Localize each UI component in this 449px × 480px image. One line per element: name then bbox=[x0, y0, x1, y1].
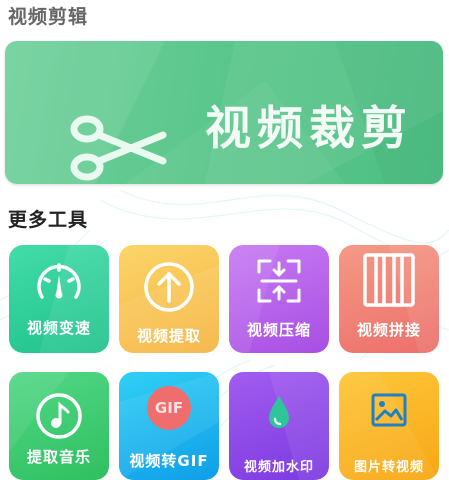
tool-label: 视频变速 bbox=[26, 319, 91, 337]
scissors-icon bbox=[70, 115, 167, 181]
tool-video-to-gif[interactable]: GIF 视频转GIF bbox=[119, 372, 219, 480]
tool-video-speed[interactable]: 视频变速 bbox=[9, 245, 109, 353]
gif-icon-text: GIF bbox=[154, 399, 184, 417]
tool-label: 视频提取 bbox=[136, 327, 201, 345]
compress-icon bbox=[257, 259, 301, 303]
arrow-up-circle-icon bbox=[144, 262, 194, 312]
music-note-icon bbox=[36, 393, 82, 439]
tool-extract-music[interactable]: 提取音乐 bbox=[9, 372, 109, 480]
tool-image-to-video[interactable]: 图片转视频 bbox=[339, 372, 439, 480]
gif-icon: GIF bbox=[147, 386, 191, 430]
tool-video-watermark[interactable]: 视频加水印 bbox=[229, 372, 329, 480]
water-drop-icon bbox=[269, 396, 289, 428]
film-strip-icon bbox=[363, 253, 415, 307]
tool-label: 视频加水印 bbox=[243, 460, 314, 475]
section-title-more-tools: 更多工具 bbox=[8, 209, 89, 231]
tool-label: 视频拼接 bbox=[356, 321, 421, 339]
tool-label: 图片转视频 bbox=[353, 460, 424, 475]
tool-label: 视频转GIF bbox=[129, 452, 209, 470]
tool-video-extract[interactable]: 视频提取 bbox=[119, 245, 219, 353]
section-title-video-edit: 视频剪辑 bbox=[8, 6, 89, 28]
tool-label: 视频压缩 bbox=[246, 321, 311, 339]
speedometer-icon bbox=[37, 263, 81, 299]
tool-label: 提取音乐 bbox=[26, 448, 91, 466]
banner-label: 视频裁剪 bbox=[205, 101, 413, 155]
tool-video-splice[interactable]: 视频拼接 bbox=[339, 245, 439, 353]
image-icon bbox=[371, 393, 407, 427]
video-crop-banner[interactable]: 视频裁剪 bbox=[5, 41, 443, 184]
tool-video-compress[interactable]: 视频压缩 bbox=[229, 245, 329, 353]
